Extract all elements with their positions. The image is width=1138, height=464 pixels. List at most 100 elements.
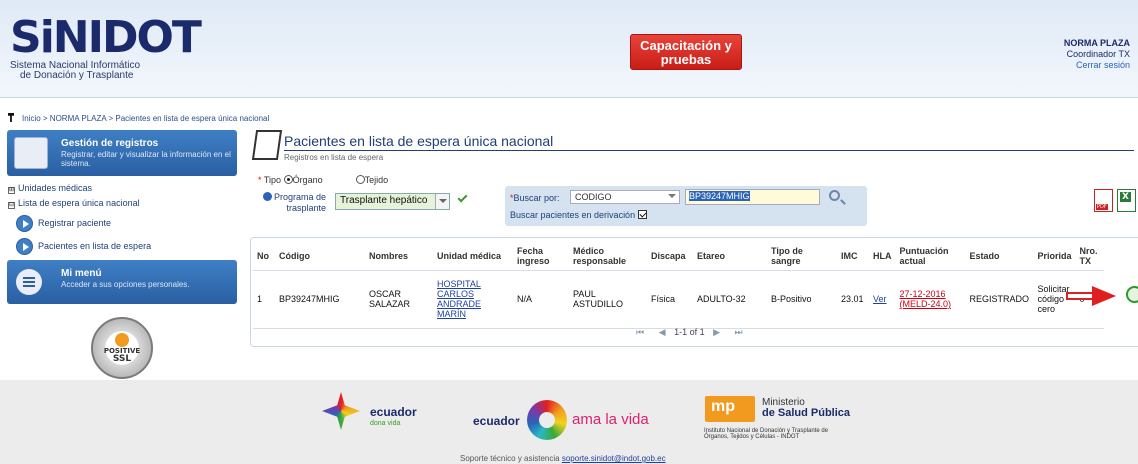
chevron-down-icon[interactable] — [668, 194, 676, 198]
sidebar-subitem-label: Pacientes en lista de espera — [38, 241, 152, 251]
ama-la-vida-text: ama la vida — [572, 411, 649, 428]
col-medico[interactable]: Médico responsable — [569, 242, 647, 271]
support-email-link[interactable]: soporte.sinidot@indot.gob.ec — [562, 454, 666, 463]
sidebar-item-lista[interactable]: ⊟ Lista de espera única nacional — [8, 198, 140, 209]
support-line: Soporte técnico y asistencia soporte.sin… — [460, 454, 666, 463]
ssl-badge[interactable]: POSITIVE SSL — [91, 317, 153, 379]
sidebar-item-label: Unidades médicas — [18, 183, 93, 193]
annotation-arrow-icon — [1092, 286, 1116, 306]
derivacion-checkbox[interactable] — [638, 210, 648, 219]
cell-imc: 23.01 — [837, 270, 869, 329]
buscar-type-select[interactable]: CODIGO — [570, 190, 680, 204]
pdf-export-icon[interactable] — [1094, 189, 1113, 212]
next-page-icon[interactable]: ▶ — [713, 327, 720, 337]
radio-tejido-label[interactable]: Tejido — [365, 175, 389, 185]
col-unidad[interactable]: Unidad médica — [433, 242, 513, 271]
info-icon[interactable] — [263, 192, 272, 201]
tipo-filter: * Tipo Órgano Tejido — [258, 175, 388, 185]
cell-fecha: N/A — [513, 270, 569, 329]
cell-medico: PAUL ASTUDILLO — [569, 270, 647, 329]
logo-subtitle-2: de Donación y Trasplante — [20, 70, 134, 81]
user-box: NORMA PLAZA Coordinador TX Cerrar sesión — [1064, 38, 1130, 71]
prev-page-icon[interactable]: ◀ — [659, 327, 666, 337]
search-input[interactable]: BP39247MHIG — [685, 189, 820, 205]
support-text: Soporte técnico y asistencia — [460, 454, 560, 463]
cell-estado: REGISTRADO — [965, 270, 1034, 329]
sidebar-my-menu[interactable]: Mi menú Acceder a sus opciones personale… — [7, 260, 237, 304]
sidebar-subitem-label: Registrar paciente — [38, 218, 112, 228]
action-circle-icon[interactable] — [1126, 286, 1138, 303]
sidebar-item-unidades[interactable]: ⊞ Unidades médicas — [8, 183, 92, 194]
user-name: NORMA PLAZA — [1063, 38, 1130, 48]
col-codigo[interactable]: Código — [275, 242, 365, 271]
expand-icon[interactable]: ⊞ — [8, 187, 15, 194]
menu-icon — [16, 269, 42, 295]
col-prioridad[interactable]: Priorida — [1033, 242, 1076, 271]
derivacion-option[interactable]: Buscar pacientes en derivación — [510, 210, 648, 220]
sidebar-subitem-pacientes[interactable]: Pacientes en lista de espera — [16, 238, 152, 255]
radio-tejido[interactable] — [355, 175, 365, 184]
radio-organo-label[interactable]: Órgano — [293, 175, 323, 185]
sidebar-item-label: Lista de espera única nacional — [18, 198, 140, 208]
puntuacion-date-link[interactable]: 27-12-2016 — [900, 289, 962, 299]
sinidot-logo[interactable]: SiNIDOT Sistema Nacional Informático de … — [10, 15, 202, 81]
sidebar-section-records[interactable]: Gestión de registros Registrar, editar y… — [7, 130, 237, 176]
app-header: SiNIDOT Sistema Nacional Informático de … — [0, 0, 1138, 98]
unidad-link[interactable]: HOSPITAL CARLOS ANDRADE MARÍN — [437, 279, 481, 319]
cell-codigo: BP39247MHIG — [275, 270, 365, 329]
checkmark-icon — [457, 192, 468, 203]
ecuador-ama-label: ecuador — [473, 414, 520, 428]
hla-link[interactable]: Ver — [873, 294, 887, 304]
dona-vida-label: dona vida — [370, 420, 401, 427]
cell-etareo: ADULTO-32 — [693, 270, 767, 329]
col-hla[interactable]: HLA — [869, 242, 896, 271]
programa-label-line1: Programa de — [274, 192, 327, 202]
radio-organo[interactable] — [283, 175, 293, 184]
logout-link[interactable]: Cerrar sesión — [1064, 60, 1130, 71]
col-discapa[interactable]: Discapa — [647, 242, 693, 271]
col-fecha[interactable]: Fecha ingreso — [513, 242, 569, 271]
derivacion-label: Buscar pacientes en derivación — [510, 210, 636, 220]
pagination: ⏮ ◀ 1-1 of 1 ▶ ⏭ — [630, 327, 749, 338]
search-input-value: BP39247MHIG — [689, 191, 750, 201]
msp-logo — [705, 396, 755, 422]
collapse-icon[interactable]: ⊟ — [8, 202, 15, 209]
first-page-icon[interactable]: ⏮ — [636, 327, 644, 337]
col-etareo[interactable]: Etareo — [693, 242, 767, 271]
excel-export-icon[interactable] — [1117, 189, 1136, 212]
page-info: 1-1 of 1 — [674, 327, 705, 337]
cell-unidad: HOSPITAL CARLOS ANDRADE MARÍN — [433, 270, 513, 329]
indot-text: Instituto Nacional de Donación y Traspla… — [704, 428, 829, 440]
breadcrumb: Inicio > NORMA PLAZA > Pacientes en list… — [8, 113, 269, 123]
star-icon — [322, 392, 360, 430]
col-nombres[interactable]: Nombres — [365, 242, 433, 271]
cell-no: 1 — [253, 270, 275, 329]
patients-table: No Código Nombres Unidad médica Fecha in… — [253, 242, 1104, 329]
col-sangre[interactable]: Tipo de sangre — [767, 242, 837, 271]
programa-select[interactable]: Trasplante hepático — [335, 193, 450, 210]
col-estado[interactable]: Estado — [965, 242, 1034, 271]
last-page-icon[interactable]: ⏭ — [735, 327, 743, 337]
sidebar-section-title: Gestión de registros — [61, 138, 159, 149]
search-icon[interactable] — [829, 190, 840, 201]
puntuacion-score-link[interactable]: (MELD-24.0) — [900, 299, 962, 309]
my-menu-desc: Acceder a sus opciones personales. — [61, 280, 190, 289]
col-no[interactable]: No — [253, 242, 275, 271]
col-nro-tx[interactable]: Nro. TX — [1075, 242, 1104, 271]
training-button[interactable]: Capacitación y pruebas — [630, 34, 742, 70]
table-row[interactable]: 1 BP39247MHIG OSCAR SALAZAR HOSPITAL CAR… — [253, 270, 1104, 329]
breadcrumb-text[interactable]: Inicio > NORMA PLAZA > Pacientes en list… — [22, 114, 269, 123]
pin-icon[interactable] — [8, 113, 14, 122]
annotation-arrow-stem — [1066, 292, 1094, 300]
table-header-row: No Código Nombres Unidad médica Fecha in… — [253, 242, 1104, 271]
sidebar-subitem-registrar[interactable]: Registrar paciente — [16, 215, 112, 232]
cell-discapa: Física — [647, 270, 693, 329]
footer — [0, 380, 1138, 464]
col-puntuacion[interactable]: Puntuación actual — [895, 242, 966, 271]
cell-nombres: OSCAR SALAZAR — [365, 270, 433, 329]
chevron-down-icon[interactable] — [435, 194, 449, 209]
ecuador-dona-vida-logo — [322, 392, 366, 432]
programa-label-line2: trasplante — [286, 203, 327, 213]
col-imc[interactable]: IMC — [837, 242, 869, 271]
buscar-type-value: CODIGO — [575, 192, 612, 202]
